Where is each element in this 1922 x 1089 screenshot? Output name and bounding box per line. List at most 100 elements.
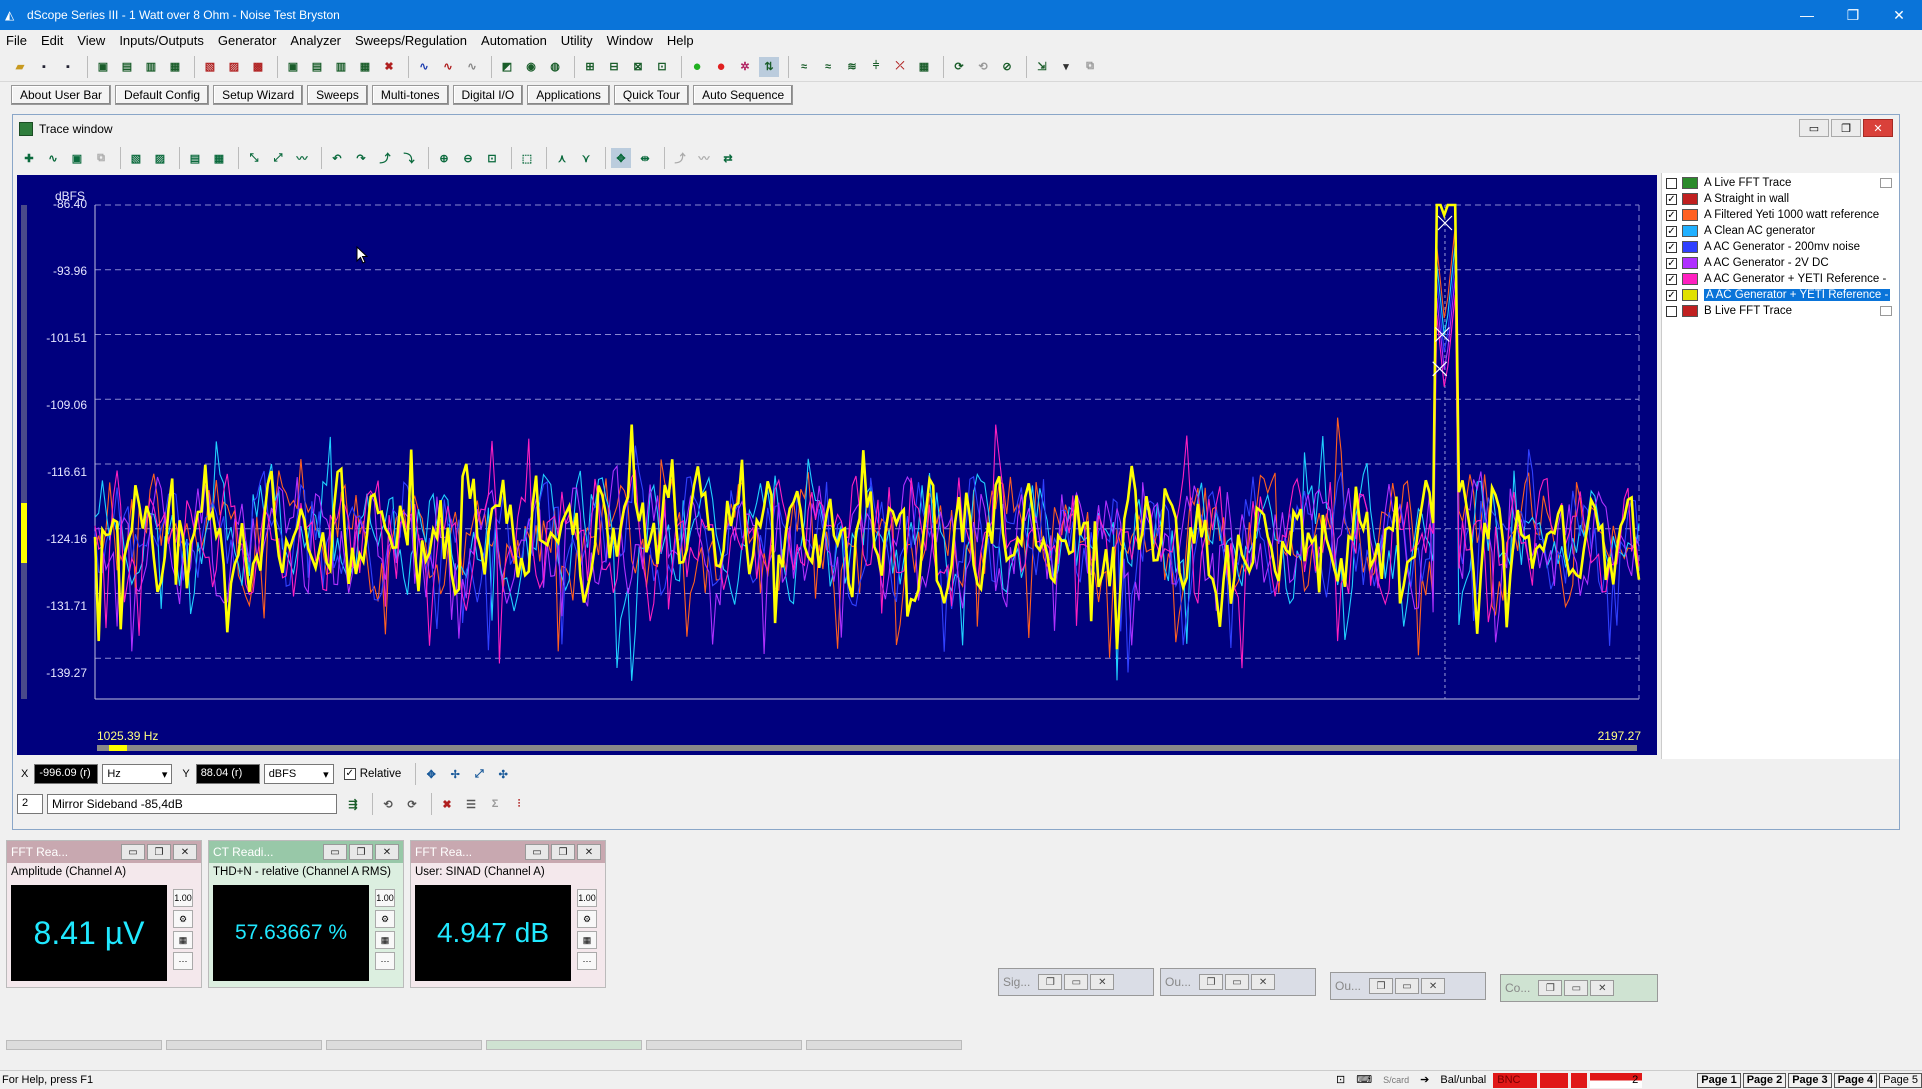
readout-titlebar[interactable]: FFT Rea... ▭ ❐ ✕ <box>7 841 201 863</box>
readout-minimize-button[interactable]: ▭ <box>525 844 549 860</box>
trace-window-close-button[interactable]: ✕ <box>1863 119 1893 137</box>
copy-trace-icon[interactable] <box>1880 306 1892 316</box>
run-icon[interactable]: ● <box>687 57 707 77</box>
legend-checkbox[interactable]: ✓ <box>1666 193 1677 205</box>
marker-delete-icon[interactable]: ✖ <box>437 794 457 814</box>
menu-automation[interactable]: Automation <box>481 33 547 48</box>
readout-close-button[interactable]: ✕ <box>173 844 197 860</box>
readout-minimize-button[interactable]: ▭ <box>323 844 347 860</box>
open-icon[interactable]: ▰ <box>10 57 30 77</box>
fit-icon[interactable]: ⊡ <box>482 148 502 168</box>
cursor-add-icon[interactable]: ✥ <box>421 764 441 784</box>
menu-view[interactable]: View <box>77 33 105 48</box>
legend-item[interactable]: ✓ A AC Generator + YETI Reference - <box>1662 271 1900 287</box>
chart-icon[interactable]: ▧ <box>126 148 146 168</box>
analyzer-a-icon[interactable]: ∿ <box>414 57 434 77</box>
script-icon[interactable]: ⟳ <box>949 57 969 77</box>
auto-sequence-button[interactable]: Auto Sequence <box>693 85 794 105</box>
readout-settings-icon[interactable]: ⚙ <box>577 910 597 928</box>
close-button[interactable]: ✕ <box>1251 974 1276 990</box>
zoom-in-icon[interactable]: ⊕ <box>434 148 454 168</box>
page-tab-4[interactable]: Page 4 <box>1833 1073 1878 1088</box>
marker-text-input[interactable]: Mirror Sideband -85,4dB <box>47 794 337 814</box>
maximize-button[interactable]: ▭ <box>1225 974 1250 990</box>
save-as-icon[interactable]: ▪ <box>58 57 78 77</box>
legend-item[interactable]: ✓ A Clean AC generator <box>1662 223 1900 239</box>
close-button[interactable]: ✕ <box>1876 0 1922 30</box>
legend-item[interactable]: A Live FFT Trace <box>1662 175 1900 191</box>
marker-peak-icon[interactable]: ⋎ <box>576 148 596 168</box>
setup-wizard-button[interactable]: Setup Wizard <box>213 85 304 105</box>
analyzer-b-icon[interactable]: ∿ <box>438 57 458 77</box>
window-tab[interactable] <box>486 1040 642 1050</box>
filter-icon[interactable]: ◍ <box>545 57 565 77</box>
readout-settings-icon[interactable]: ⚙ <box>173 910 193 928</box>
menu-utility[interactable]: Utility <box>561 33 593 48</box>
legend-checkbox[interactable]: ✓ <box>1666 241 1677 253</box>
readout-digits-icon[interactable]: 1.00 <box>375 889 395 907</box>
close-button[interactable]: ✕ <box>1090 974 1115 990</box>
output-d-icon[interactable]: ▦ <box>165 57 185 77</box>
readout-digits-icon[interactable]: 1.00 <box>577 889 597 907</box>
y-unit-select[interactable]: dBFS ▾ <box>263 764 334 784</box>
table-icon[interactable]: ▦ <box>209 148 229 168</box>
cursor-mode-icon[interactable]: ✥ <box>611 148 631 168</box>
generator-off-icon[interactable]: ▧ <box>200 57 220 77</box>
window-tab[interactable] <box>326 1040 482 1050</box>
input-d-icon[interactable]: ▦ <box>355 57 375 77</box>
readout-chart-icon[interactable]: ▦ <box>375 931 395 949</box>
readout-more-icon[interactable]: ⋯ <box>577 952 597 970</box>
about-user-bar-button[interactable]: About User Bar <box>11 85 112 105</box>
readout-chart-icon[interactable]: ▦ <box>577 931 597 949</box>
cursor-move-icon[interactable]: ✢ <box>445 764 465 784</box>
marker-undo-icon[interactable]: ⟳ <box>402 794 422 814</box>
cursor-options-icon[interactable]: ✣ <box>493 764 513 784</box>
zoom-y-icon[interactable]: ⤢ <box>268 148 288 168</box>
legend-item[interactable]: ✓ A Filtered Yeti 1000 watt reference <box>1662 207 1900 223</box>
maximize-button[interactable]: ▭ <box>1395 978 1420 994</box>
export-dropdown-icon[interactable]: ▾ <box>1056 57 1076 77</box>
readout-close-button[interactable]: ✕ <box>375 844 399 860</box>
x-unit-select[interactable]: Hz ▾ <box>102 764 173 784</box>
readout-more-icon[interactable]: ⋯ <box>173 952 193 970</box>
fft-plot-svg[interactable] <box>17 175 1657 755</box>
analyzer-c-icon[interactable]: ∿ <box>462 57 482 77</box>
minimized-window-config[interactable]: Co... ❐ ▭ ✕ <box>1500 974 1658 1002</box>
readout-titlebar[interactable]: CT Readi... ▭ ❐ ✕ <box>209 841 403 863</box>
legend-item[interactable]: ✓ A AC Generator - 2V DC <box>1662 255 1900 271</box>
generator-mute-icon[interactable]: ▨ <box>224 57 244 77</box>
trace-window-minimize-button[interactable]: ▭ <box>1799 119 1829 137</box>
legend-checkbox[interactable]: ✓ <box>1666 289 1677 301</box>
window-tab[interactable] <box>166 1040 322 1050</box>
sweep-d-icon[interactable]: ⊡ <box>652 57 672 77</box>
vertical-scrollbar[interactable] <box>1906 84 1922 1064</box>
restore-button[interactable]: ❐ <box>1038 974 1063 990</box>
window-tab[interactable] <box>646 1040 802 1050</box>
meter-icon[interactable]: ◉ <box>521 57 541 77</box>
sweep-c-icon[interactable]: ⊠ <box>628 57 648 77</box>
menu-inputs-outputs[interactable]: Inputs/Outputs <box>119 33 204 48</box>
readout-chart-icon[interactable]: ▦ <box>173 931 193 949</box>
save-trace-icon[interactable]: ▣ <box>67 148 87 168</box>
y-cursor-value[interactable]: 88.04 (r) <box>195 764 260 784</box>
readout-minimize-button[interactable]: ▭ <box>121 844 145 860</box>
input-a-icon[interactable]: ▣ <box>283 57 303 77</box>
trace-window-titlebar[interactable]: Trace window <box>13 115 1899 143</box>
legend-item[interactable]: ✓ A AC Generator - 200mv noise <box>1662 239 1900 255</box>
legend-checkbox[interactable] <box>1666 305 1677 317</box>
sweep-a-icon[interactable]: ⊞ <box>580 57 600 77</box>
chart-settings-icon[interactable]: ▨ <box>150 148 170 168</box>
menu-sweeps-regulation[interactable]: Sweeps/Regulation <box>355 33 467 48</box>
generator-stop-icon[interactable]: ▩ <box>248 57 268 77</box>
relative-checkbox[interactable]: ✓ <box>343 768 356 780</box>
wave-icon[interactable]: ∿ <box>43 148 63 168</box>
cursor-min-icon[interactable]: ⤵ <box>399 148 419 168</box>
readout-digits-icon[interactable]: 1.00 <box>173 889 193 907</box>
marker-sum-icon[interactable]: Σ <box>485 794 505 814</box>
properties-icon[interactable]: ▤ <box>185 148 205 168</box>
page-tab-5[interactable]: Page 5 <box>1879 1073 1922 1088</box>
output-c-icon[interactable]: ▥ <box>141 57 161 77</box>
menu-analyzer[interactable]: Analyzer <box>290 33 341 48</box>
minimized-window-output[interactable]: Ou... ❐ ▭ ✕ <box>1330 972 1486 1000</box>
close-button[interactable]: ✕ <box>1421 978 1446 994</box>
